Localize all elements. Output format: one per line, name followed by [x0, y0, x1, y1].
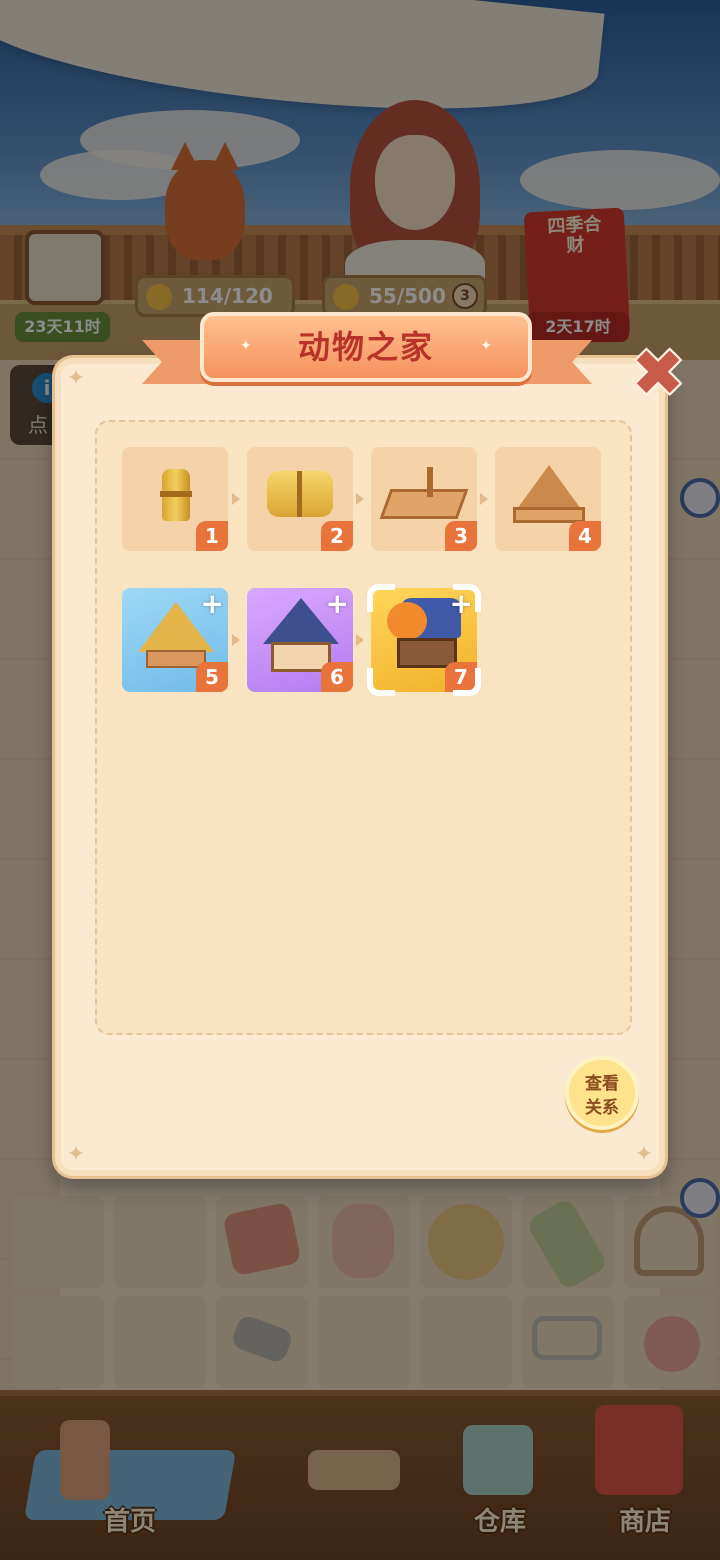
close-icon: ✖ — [631, 337, 685, 411]
close-button[interactable]: ✖ — [628, 342, 688, 406]
wood-frame-base — [513, 507, 585, 523]
chain-item-wood-frame[interactable]: 4 — [495, 447, 601, 551]
view-relations-button[interactable]: 查看 关系 — [565, 1056, 639, 1130]
chain-arrow-icon — [356, 493, 364, 505]
level-badge: 6 — [321, 662, 353, 692]
level-badge: 1 — [196, 521, 228, 551]
chain-item-wood-platform[interactable]: 3 — [371, 447, 477, 551]
chain-arrow-icon — [232, 634, 240, 646]
wood-post — [427, 467, 433, 497]
plus-icon: + — [200, 587, 224, 620]
corner-ornament: ✦ — [634, 1142, 654, 1167]
chain-item-straw-hut[interactable]: + 5 — [122, 588, 228, 692]
selection-corner — [367, 668, 395, 696]
chain-arrow-icon — [480, 493, 488, 505]
selection-frame — [367, 584, 481, 696]
straw-bundle-band — [160, 491, 192, 497]
level-badge: 3 — [445, 521, 477, 551]
chain-item-cottage[interactable]: + 6 — [247, 588, 353, 692]
corner-ornament: ✦ — [66, 366, 86, 391]
sparkle-icon: ✦ — [480, 338, 492, 354]
selection-corner — [367, 584, 395, 612]
plus-icon: + — [325, 587, 349, 620]
chain-item-hay-bale[interactable]: 2 — [247, 447, 353, 551]
selection-corner — [453, 668, 481, 696]
hay-bale-string — [297, 471, 302, 517]
chain-arrow-icon — [232, 493, 240, 505]
level-badge: 4 — [569, 521, 601, 551]
chain-item-straw-bundle[interactable]: 1 — [122, 447, 228, 551]
view-relations-line2: 关系 — [585, 1098, 619, 1118]
selection-corner — [453, 584, 481, 612]
sparkle-icon: ✦ — [240, 338, 252, 354]
level-badge: 5 — [196, 662, 228, 692]
title-ribbon: ✦ 动物之家 ✦ — [200, 312, 532, 382]
chain-arrow-icon — [356, 634, 364, 646]
view-relations-line1: 查看 — [585, 1074, 619, 1094]
level-badge: 2 — [321, 521, 353, 551]
wood-frame-icon — [517, 465, 581, 509]
wood-platform-icon — [379, 489, 469, 519]
corner-ornament: ✦ — [66, 1142, 86, 1167]
